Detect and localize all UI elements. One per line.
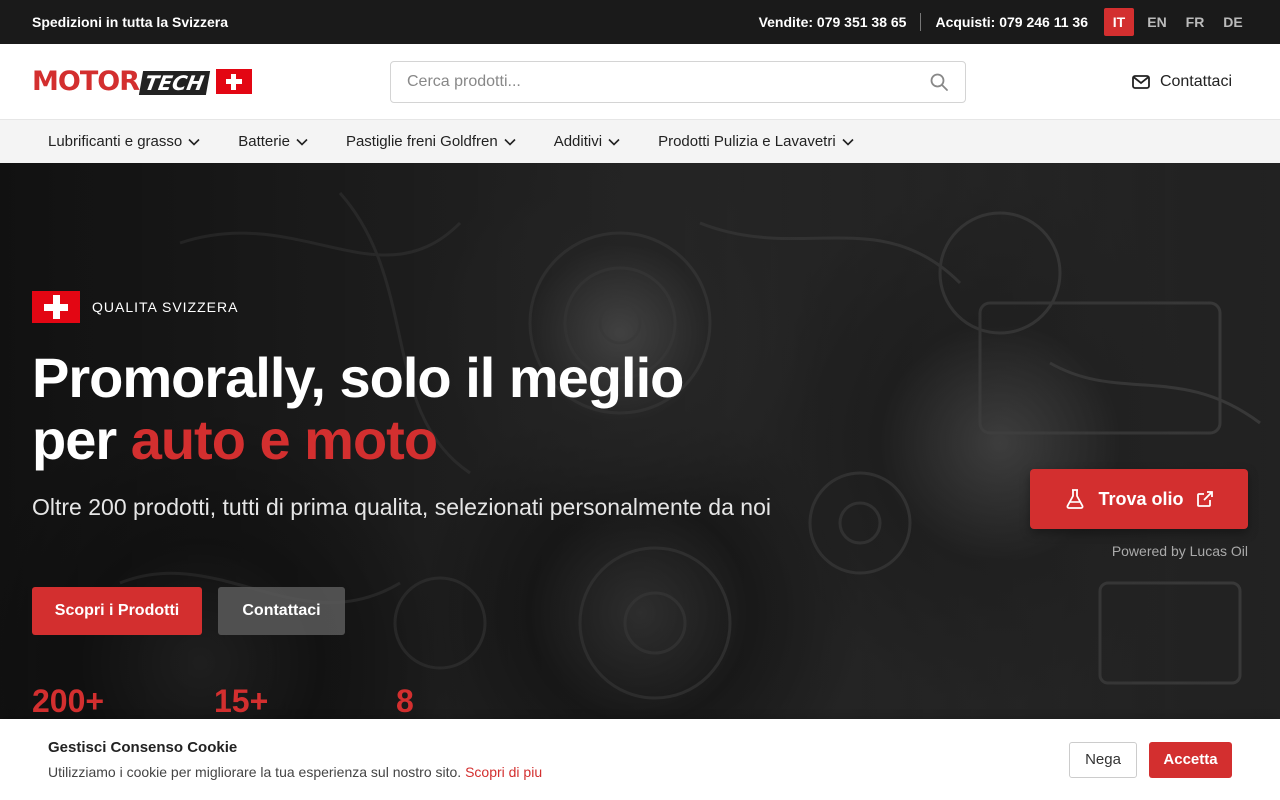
find-oil-label: Trova olio (1098, 488, 1184, 509)
cookie-accept-button[interactable]: Accetta (1149, 741, 1232, 778)
hero-title-line1: Promorally, solo il meglio (32, 346, 684, 409)
language-switcher: IT EN FR DE (1104, 8, 1248, 36)
cookie-text: Gestisci Consenso Cookie Utilizziamo i c… (48, 739, 1069, 780)
search-icon[interactable] (929, 72, 949, 92)
lang-en[interactable]: EN (1142, 8, 1172, 36)
hero-contact-button[interactable]: Contattaci (218, 587, 345, 635)
phone-numbers: Vendite: 079 351 38 65 Acquisti: 079 246… (759, 13, 1088, 31)
category-nav: Lubrificanti e grasso Batterie Pastiglie… (0, 119, 1280, 163)
hero-subtitle: Oltre 200 prodotti, tutti di prima quali… (32, 494, 771, 520)
site-logo[interactable]: MOTOR TECH (32, 68, 252, 95)
contact-label: Contattaci (1159, 72, 1232, 90)
cookie-description: Utilizziamo i cookie per migliorare la t… (48, 764, 1069, 780)
swiss-flag-icon (32, 291, 80, 323)
hero-title: Promorally, solo il meglio per auto e mo… (32, 347, 832, 471)
cookie-deny-button[interactable]: Nega (1069, 741, 1137, 778)
logo-tech: TECH (138, 71, 210, 95)
mail-icon (1132, 74, 1150, 89)
chevron-down-icon (296, 138, 308, 146)
cookie-learn-more-link[interactable]: Scopri di piu (465, 764, 542, 780)
stat-brands: 8 (396, 683, 414, 719)
nav-item-batteries[interactable]: Batterie (238, 133, 308, 150)
external-link-icon (1196, 491, 1213, 507)
hero-title-prefix: per (32, 408, 131, 471)
search-input[interactable] (407, 72, 929, 91)
cookie-banner: Gestisci Consenso Cookie Utilizziamo i c… (0, 719, 1280, 800)
phone-divider (920, 13, 922, 31)
nav-item-brake-pads[interactable]: Pastiglie freni Goldfren (346, 133, 516, 150)
powered-by-label: Powered by Lucas Oil (1111, 543, 1248, 559)
chevron-down-icon (842, 138, 854, 146)
quality-badge-label: QUALITA SVIZZERA (92, 299, 239, 315)
nav-item-label: Lubrificanti e grasso (48, 133, 183, 150)
cookie-description-text: Utilizziamo i cookie per migliorare la t… (48, 764, 462, 780)
header-contact-link[interactable]: Contattaci (1132, 73, 1232, 91)
find-oil-button[interactable]: Trova olio (1030, 469, 1248, 529)
logo-wordmark: MOTOR TECH (32, 66, 210, 97)
nav-item-cleaning[interactable]: Prodotti Pulizia e Lavavetri (658, 133, 854, 150)
hero-title-accent: auto e moto (130, 408, 438, 471)
nav-item-label: Batterie (238, 133, 290, 150)
hero-section: QUALITA SVIZZERA Promorally, solo il meg… (0, 163, 1280, 720)
nav-item-label: Prodotti Pulizia e Lavavetri (658, 133, 836, 150)
purchases-phone[interactable]: Acquisti: 079 246 11 36 (935, 14, 1088, 30)
discover-products-button[interactable]: Scopri i Prodotti (32, 587, 202, 635)
top-bar: Spedizioni in tutta la Svizzera Vendite:… (0, 0, 1280, 44)
lang-it[interactable]: IT (1104, 8, 1134, 36)
shipping-notice: Spedizioni in tutta la Svizzera (32, 14, 229, 30)
cookie-title: Gestisci Consenso Cookie (48, 739, 238, 756)
nav-item-label: Additivi (553, 133, 603, 150)
chevron-down-icon (188, 138, 200, 146)
stat-products: 200+ (32, 683, 105, 719)
chevron-down-icon (608, 138, 620, 146)
sales-phone[interactable]: Vendite: 079 351 38 65 (759, 14, 907, 30)
nav-item-additives[interactable]: Additivi (554, 133, 620, 150)
swiss-flag-icon (215, 69, 252, 94)
lang-fr[interactable]: FR (1180, 8, 1210, 36)
flask-icon (1067, 489, 1084, 509)
nav-item-lubricants[interactable]: Lubrificanti e grasso (48, 133, 200, 150)
quality-badge: QUALITA SVIZZERA (32, 291, 238, 323)
stat-years: 15+ (214, 683, 269, 719)
site-header: MOTORTECH Contattaci (0, 44, 1280, 119)
chevron-down-icon (504, 138, 516, 146)
logo-motor: MOTOR (32, 66, 140, 97)
nav-item-label: Pastiglie freni Goldfren (345, 133, 498, 150)
lang-de[interactable]: DE (1218, 8, 1248, 36)
search-box (390, 60, 966, 103)
